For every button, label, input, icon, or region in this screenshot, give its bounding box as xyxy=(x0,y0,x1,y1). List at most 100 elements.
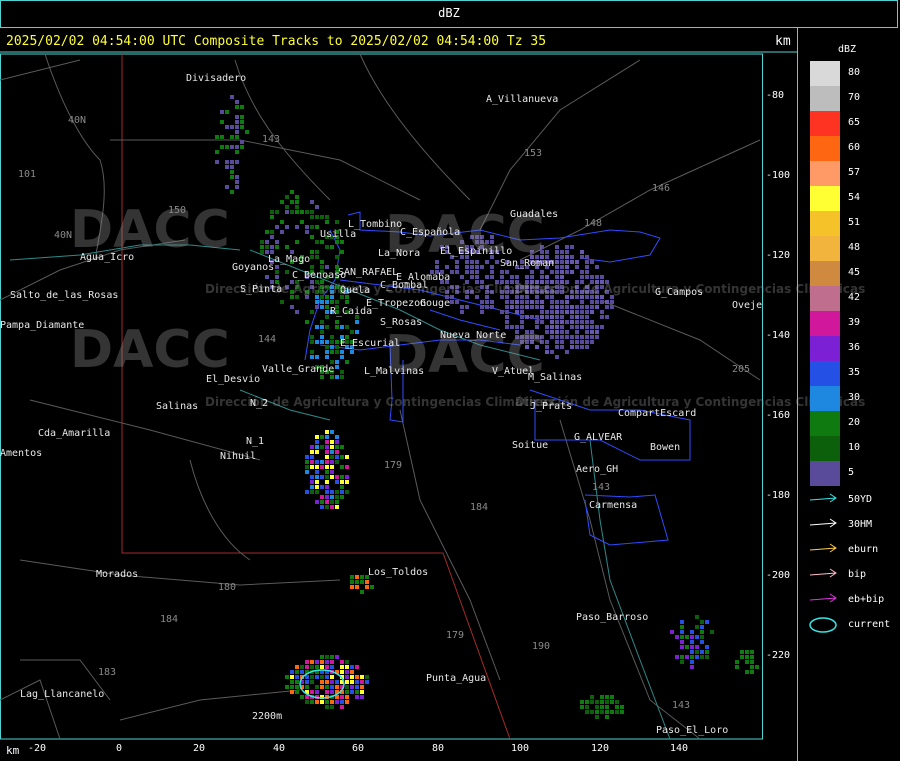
track-arrow-icon xyxy=(809,543,837,553)
route-number-label: 153 xyxy=(524,148,543,159)
place-label: L_Malvinas xyxy=(364,366,425,377)
legend-value: 60 xyxy=(848,142,861,153)
track-legend-label: eb+bip xyxy=(848,594,885,605)
legend-swatch xyxy=(810,86,840,111)
place-label: Oveje xyxy=(732,300,763,311)
place-label: Lag_Llancanelo xyxy=(20,689,105,700)
place-label: S_Rosas xyxy=(380,317,423,328)
y-axis-tick: -180 xyxy=(766,490,791,501)
place-label: Usilla xyxy=(320,229,357,240)
legend-value: 45 xyxy=(848,267,861,278)
y-axis-tick: -140 xyxy=(766,330,791,341)
legend-swatch xyxy=(810,211,840,236)
place-label: G_ALVEAR xyxy=(574,432,623,443)
track-arrow-icon xyxy=(809,593,837,603)
route-number-label: 40N xyxy=(68,115,87,126)
place-label: R_Caida xyxy=(330,306,373,317)
place-label: Pampa_Diamante xyxy=(0,320,85,331)
place-label: Agua_Icro xyxy=(80,252,135,263)
y-axis-tick: -200 xyxy=(766,570,791,581)
place-label: G_Campos xyxy=(655,287,704,298)
legend-value: 20 xyxy=(848,417,861,428)
legend-value: 30 xyxy=(848,392,861,403)
y-axis-tick: -100 xyxy=(766,170,791,181)
track-arrow-icon xyxy=(809,493,837,503)
x-axis-tick: 100 xyxy=(511,743,530,754)
legend-value: 39 xyxy=(848,317,861,328)
x-axis-tick: 20 xyxy=(193,743,206,754)
legend-swatch xyxy=(810,111,840,136)
legend-swatch xyxy=(810,61,840,86)
place-label: N_1 xyxy=(246,436,265,447)
place-label: Valle_Grande xyxy=(262,364,335,375)
place-label: Guadales xyxy=(510,209,559,220)
route-number-label: 183 xyxy=(98,667,117,678)
track-legend-label: 50YD xyxy=(848,494,873,505)
place-label: Salinas xyxy=(156,401,199,412)
legend-swatch xyxy=(810,411,840,436)
track-arrow-icon xyxy=(809,518,837,528)
legend-swatch xyxy=(810,361,840,386)
route-number-label: 179 xyxy=(384,460,403,471)
y-axis-tick: -220 xyxy=(766,650,791,661)
x-axis-tick: 60 xyxy=(352,743,365,754)
place-label: Paso_Barroso xyxy=(576,612,649,623)
track-legend-label: eburn xyxy=(848,544,879,555)
place-label: Soitue xyxy=(512,440,549,451)
place-label: C_Bombal xyxy=(380,280,429,291)
legend-value: 36 xyxy=(848,342,861,353)
km-unit-label-bottom: km xyxy=(6,744,20,757)
place-label: Divisadero xyxy=(186,73,247,84)
place-label: Paso_El_Loro xyxy=(656,725,729,736)
legend-value: 51 xyxy=(848,217,861,228)
legend-value: 65 xyxy=(848,117,861,128)
legend-value: 10 xyxy=(848,442,861,453)
place-label: Morados xyxy=(96,569,139,580)
route-number-label: 180 xyxy=(218,582,237,593)
legend-swatch xyxy=(810,261,840,286)
route-number-label: 143 xyxy=(592,482,611,493)
legend-swatch xyxy=(810,136,840,161)
place-label: E_Escurial xyxy=(340,338,401,349)
x-axis-tick: 0 xyxy=(116,743,123,754)
place-label: 2200m xyxy=(252,711,283,722)
place-label: L_Tombino xyxy=(348,219,403,230)
legend-value: 35 xyxy=(848,367,861,378)
x-axis-tick: 40 xyxy=(273,743,286,754)
place-label: Bowen xyxy=(650,442,681,453)
place-label: Nihuil xyxy=(220,451,257,462)
legend-value: 5 xyxy=(848,467,855,478)
legend-unit: dBZ xyxy=(838,44,857,55)
place-label: Quela xyxy=(340,285,371,296)
route-number-label: 184 xyxy=(470,502,489,513)
place-label: Nueva_Norte xyxy=(440,330,507,341)
route-number-label: 101 xyxy=(18,169,37,180)
place-label: Carmensa xyxy=(589,500,638,511)
place-label: Gouge xyxy=(420,298,451,309)
place-label: CompartEscard xyxy=(618,408,697,419)
route-number-label: 143 xyxy=(262,134,281,145)
legend-value: 42 xyxy=(848,292,861,303)
x-axis-tick: 140 xyxy=(670,743,689,754)
x-axis-tick: -20 xyxy=(28,743,47,754)
legend-swatch xyxy=(810,311,840,336)
place-label: M_Salinas xyxy=(528,372,583,383)
place-label: SAN_RAFAEL xyxy=(338,267,399,278)
legend-swatch xyxy=(810,386,840,411)
place-label: N_2 xyxy=(250,398,269,409)
route-number-label: 205 xyxy=(732,364,751,375)
track-legend-label: bip xyxy=(848,569,867,580)
y-axis-tick: -80 xyxy=(766,90,785,101)
route-number-label: 146 xyxy=(652,183,671,194)
track-legend-label: 30HM xyxy=(848,519,873,530)
legend-value: 80 xyxy=(848,67,861,78)
route-number-label: 40N xyxy=(54,230,73,241)
place-label: C_Española xyxy=(400,227,461,238)
y-axis-tick: -120 xyxy=(766,250,791,261)
track-legend-label: current xyxy=(848,619,891,630)
legend-value: 54 xyxy=(848,192,861,203)
legend-value: 57 xyxy=(848,167,861,178)
legend-swatch xyxy=(810,161,840,186)
legend-swatch xyxy=(810,436,840,461)
place-label: San_Roman xyxy=(500,258,555,269)
